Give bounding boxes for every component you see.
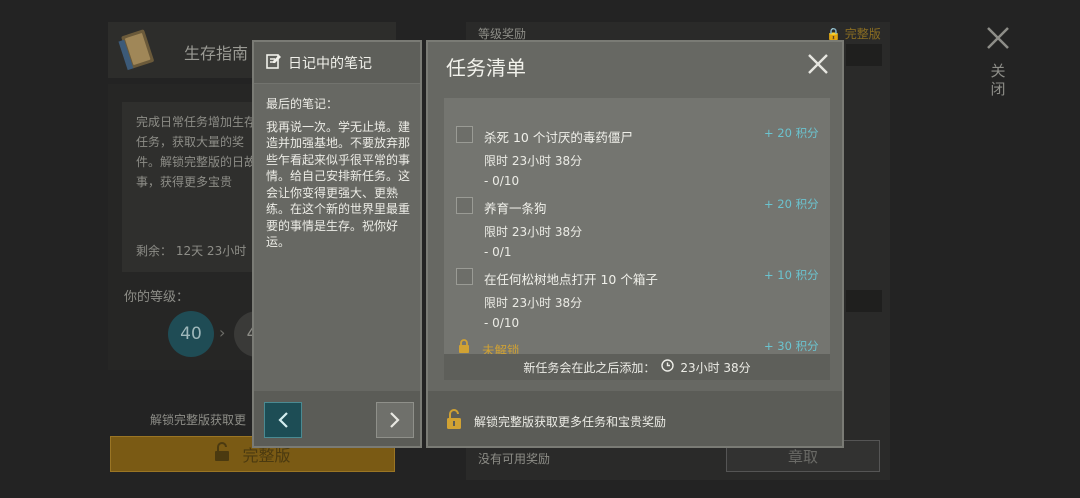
level-arrow-icon: › [219, 323, 226, 342]
close-icon[interactable] [806, 52, 830, 76]
task-title: 在任何松树地点打开 10 个箱子 [484, 272, 658, 287]
unlock-hint: 解锁完整版获取更 [150, 413, 247, 427]
reward-slot [846, 44, 882, 66]
close-label[interactable]: 关闭 [988, 62, 1008, 98]
reward-slot [846, 290, 882, 312]
task-progress: - 0/10 [484, 316, 520, 330]
task-checkbox[interactable] [456, 268, 473, 285]
task-time-limit: 限时 23小时 38分 [484, 154, 583, 168]
previous-note-button[interactable] [264, 402, 302, 438]
current-level-badge: 40 [168, 311, 214, 357]
locked-points: + 30 积分 [764, 339, 819, 353]
unlock-more-text: 解锁完整版获取更多任务和宝贵奖励 [474, 415, 667, 429]
task-list: 杀死 10 个讨厌的毒药僵尸 限时 23小时 38分 - 0/10 + 20 积… [444, 98, 830, 380]
task-list-title: 任务清单 [446, 56, 526, 80]
new-task-label: 新任务会在此之后添加： [523, 360, 656, 375]
task-checkbox[interactable] [456, 126, 473, 143]
task-time-limit: 限时 23小时 38分 [484, 296, 583, 310]
diary-note: 最后的笔记： 我再说一次。学无止境。建造并加强基地。不要放弃那些乍看起来似乎很平… [266, 96, 412, 251]
task-title: 养育一条狗 [484, 201, 547, 216]
task-points: + 20 积分 [764, 126, 819, 140]
full-version-badge-label: 完整版 [844, 27, 881, 41]
chevron-left-icon [278, 412, 288, 428]
diary-header: 日记中的笔记 [254, 42, 420, 84]
chevron-right-icon [390, 412, 400, 428]
next-note-button[interactable] [376, 402, 414, 438]
remaining-label: 剩余： [136, 244, 173, 258]
survival-guide-title: 生存指南 [184, 44, 249, 63]
diary-panel: 日记中的笔记 最后的笔记： 我再说一次。学无止境。建造并加强基地。不要放弃那些乍… [252, 40, 422, 448]
remaining-value: 12天 23小时 [175, 244, 247, 258]
new-task-timer: 新任务会在此之后添加： 23小时 38分 [444, 354, 830, 380]
task-list-panel: 任务清单 杀死 10 个讨厌的毒药僵尸 限时 23小时 38分 - 0/10 +… [426, 40, 844, 448]
task-item: 养育一条狗 限时 23小时 38分 - 0/1 + 20 积分 [444, 169, 830, 259]
task-checkbox[interactable] [456, 197, 473, 214]
book-icon [116, 28, 160, 72]
new-task-time: 23小时 38分 [680, 360, 751, 375]
diary-title: 日记中的笔记 [288, 55, 372, 72]
task-time-limit: 限时 23小时 38分 [484, 225, 583, 239]
guide-description: 完成日常任务增加生存任务，获取大量的奖件。解锁完整版的日故事，获得更多宝贵 [136, 115, 257, 189]
remaining-time: 剩余： 12天 23小时 [136, 242, 246, 259]
task-item: 杀死 10 个讨厌的毒药僵尸 限时 23小时 38分 - 0/10 + 20 积… [444, 98, 830, 188]
task-points: + 20 积分 [764, 197, 819, 211]
close-icon[interactable] [982, 22, 1014, 54]
unlock-icon [214, 442, 230, 466]
no-reward-text: 没有可用奖励 [478, 452, 551, 466]
locked-task: 未解锁 + 30 积分 [444, 334, 830, 358]
clock-icon [661, 359, 675, 375]
task-points: + 10 积分 [764, 268, 819, 282]
diary-note-text: 我再说一次。学无止境。建造并加强基地。不要放弃那些乍看起来似乎很平常的事情。给自… [266, 119, 411, 250]
notebook-icon [266, 53, 282, 73]
task-item: 在任何松树地点打开 10 个箱子 限时 23小时 38分 - 0/10 + 10… [444, 240, 830, 330]
level-label: 你的等级： [124, 290, 190, 305]
diary-note-label: 最后的笔记： [266, 97, 339, 111]
task-title: 杀死 10 个讨厌的毒药僵尸 [484, 130, 633, 145]
unlock-icon [446, 408, 462, 434]
